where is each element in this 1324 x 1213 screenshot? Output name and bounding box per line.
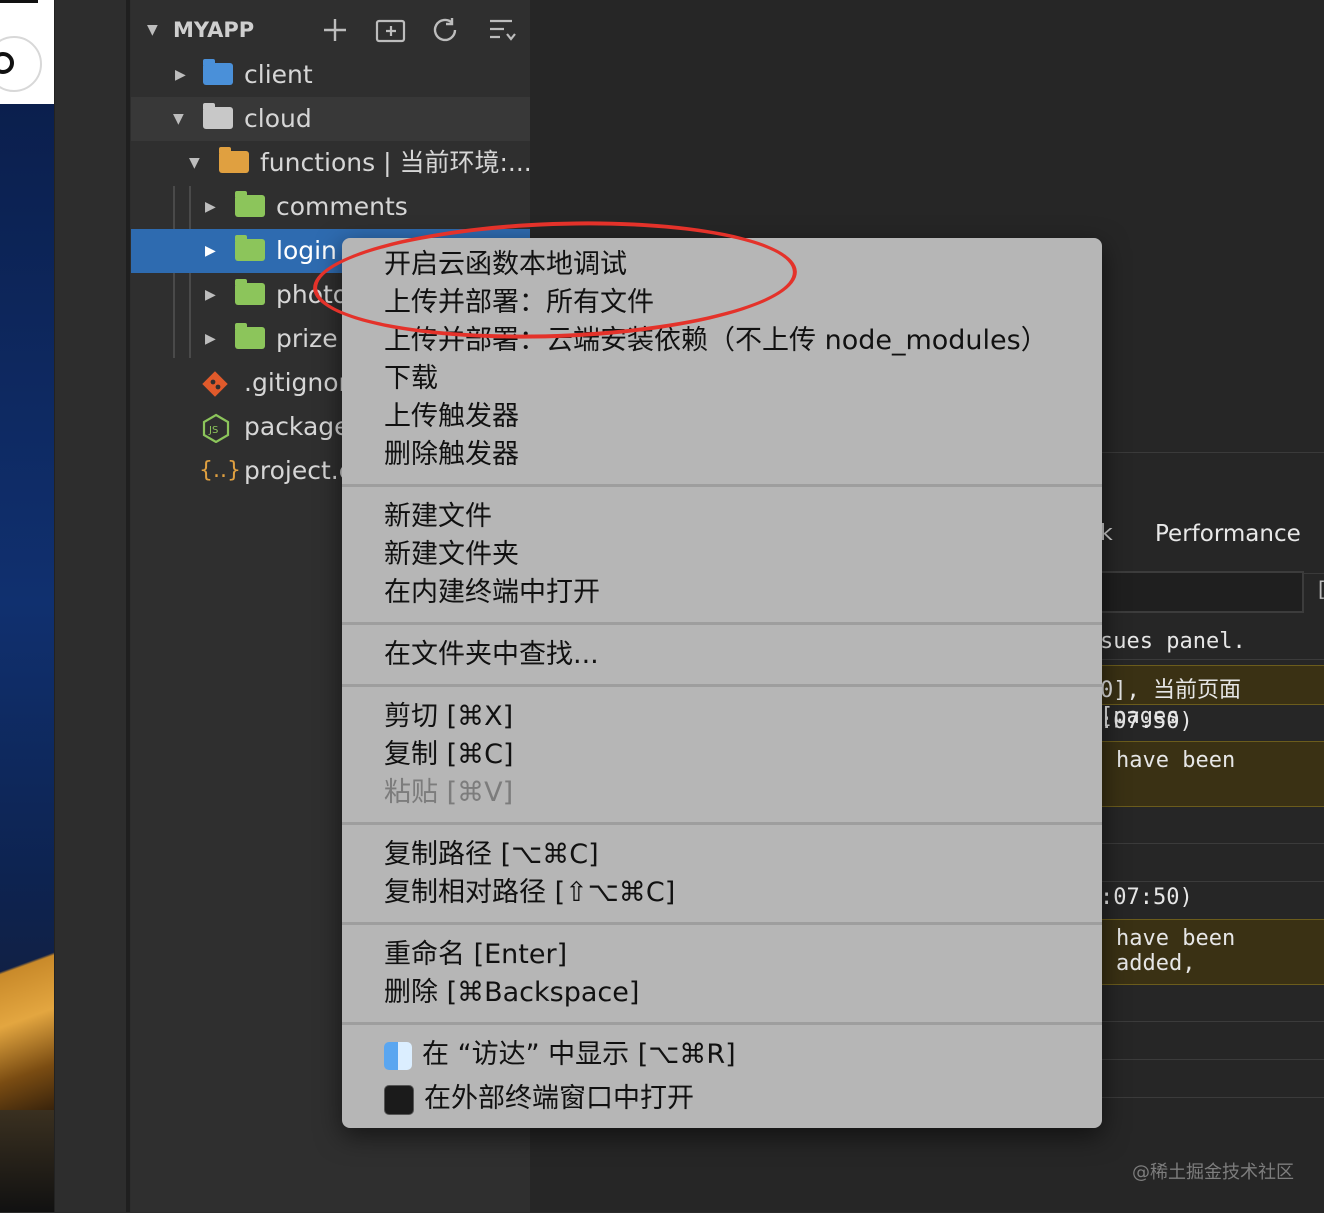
menu-item-reveal-in-finder[interactable]: 在 “访达” 中显示 [⌥⌘R] <box>384 1036 736 1074</box>
console-line: sues panel. <box>1100 621 1324 660</box>
eiffel-tower-image <box>0 860 54 1120</box>
preview-top-bar <box>0 0 38 3</box>
menu-separator <box>342 822 1102 825</box>
chevron-right-icon[interactable]: ▶ <box>205 229 216 273</box>
menu-item-deploy-all[interactable]: 上传并部署：所有文件 <box>384 284 654 322</box>
console-line <box>1100 1021 1324 1060</box>
debug-panel: k Performance [ sues panel. 0], 当前页面 [pa… <box>1100 452 1324 1213</box>
menu-item-rename[interactable]: 重命名 [Enter] <box>384 936 567 974</box>
folder-client-icon <box>203 59 233 85</box>
console-line: :07:50) <box>1100 705 1324 742</box>
panel-tab-bar: k Performance <box>1100 453 1324 574</box>
menu-item-upload-trigger[interactable]: 上传触发器 <box>384 398 519 436</box>
tree-item-cloud[interactable]: ▼ cloud <box>131 97 530 141</box>
tree-item-label: cloud <box>244 104 312 133</box>
menu-item-label: 在外部终端窗口中打开 <box>424 1083 694 1114</box>
console-line <box>1100 1059 1324 1098</box>
chevron-down-icon[interactable]: ▼ <box>189 141 200 185</box>
menu-separator <box>342 622 1102 625</box>
chevron-right-icon[interactable]: ▶ <box>205 317 216 361</box>
tree-item-client[interactable]: ▶ client <box>131 53 530 97</box>
chevron-down-icon[interactable]: ▼ <box>147 8 158 52</box>
folder-function-icon <box>235 235 265 261</box>
tree-item-label: client <box>244 60 313 89</box>
console-warning-line: 0], 当前页面 [pages <box>1100 665 1324 729</box>
preview-ground <box>0 1110 54 1212</box>
tree-item-functions[interactable]: ▼ functions | 当前环境:... <box>131 141 532 185</box>
console-line: :07:50) <box>1100 881 1324 920</box>
console-line <box>1100 843 1324 882</box>
folder-open-icon <box>203 103 233 129</box>
console-line <box>1100 983 1324 1022</box>
menu-item-open-in-terminal[interactable]: 在内建终端中打开 <box>384 574 600 612</box>
git-icon <box>202 371 228 397</box>
menu-separator <box>342 922 1102 925</box>
folder-cloud-functions-icon <box>219 147 249 173</box>
tree-item-label: prize <box>276 324 338 353</box>
panel-divider[interactable] <box>126 0 130 1212</box>
explorer-header: ▼ MYAPP <box>131 8 530 52</box>
menu-item-delete[interactable]: 删除 [⌘Backspace] <box>384 974 639 1012</box>
console-warning-line: have been added, <box>1100 919 1324 985</box>
console-filter-input[interactable] <box>1100 571 1304 613</box>
menu-item-copy-path[interactable]: 复制路径 [⌥⌘C] <box>384 836 599 874</box>
capsule-button[interactable] <box>0 36 42 92</box>
menu-item-new-file[interactable]: 新建文件 <box>384 498 492 536</box>
chevron-right-icon[interactable]: ▶ <box>205 273 216 317</box>
nodejs-icon: JS <box>202 413 230 443</box>
activity-gutter <box>54 0 131 1212</box>
folder-function-icon <box>235 323 265 349</box>
record-icon <box>0 52 14 74</box>
folder-function-icon <box>235 279 265 305</box>
tree-item-label: photo <box>276 280 349 309</box>
filter-bracket-icon: [ <box>1318 577 1324 601</box>
context-menu: 开启云函数本地调试 上传并部署：所有文件 上传并部署：云端安装依赖（不上传 no… <box>342 238 1102 1128</box>
tab-performance[interactable]: Performance <box>1155 521 1301 547</box>
menu-item-label: 在 “访达” 中显示 [⌥⌘R] <box>422 1039 736 1070</box>
menu-item-copy[interactable]: 复制 [⌘C] <box>384 736 514 774</box>
menu-item-new-folder[interactable]: 新建文件夹 <box>384 536 519 574</box>
refresh-icon[interactable] <box>431 16 461 44</box>
menu-item-copy-relative-path[interactable]: 复制相对路径 [⇧⌥⌘C] <box>384 874 675 912</box>
collapse-icon[interactable] <box>487 16 517 44</box>
menu-item-deploy-cloud-deps[interactable]: 上传并部署：云端安装依赖（不上传 node_modules） <box>384 322 1048 360</box>
tree-item-label: login <box>276 236 337 265</box>
new-folder-icon[interactable] <box>375 16 407 44</box>
console-line <box>1100 805 1324 844</box>
console-warning-line: have been <box>1100 741 1324 807</box>
menu-item-delete-trigger[interactable]: 删除触发器 <box>384 436 519 474</box>
menu-separator <box>342 684 1102 687</box>
json-braces-icon: {..} <box>199 458 241 483</box>
menu-separator <box>342 1022 1102 1025</box>
menu-item-download[interactable]: 下载 <box>384 360 438 398</box>
tree-item-label: comments <box>276 192 408 221</box>
terminal-icon <box>384 1084 414 1115</box>
menu-separator <box>342 484 1102 487</box>
explorer-title: MYAPP <box>173 18 255 42</box>
preview-header <box>0 0 54 104</box>
new-file-icon[interactable] <box>321 16 349 44</box>
menu-item-open-external-terminal[interactable]: 在外部终端窗口中打开 <box>384 1080 694 1118</box>
tree-item-comments[interactable]: ▶ comments <box>131 185 530 229</box>
folder-function-icon <box>235 191 265 217</box>
chevron-right-icon[interactable]: ▶ <box>205 185 216 229</box>
watermark: @稀土掘金技术社区 <box>1132 1162 1294 1183</box>
chevron-down-icon[interactable]: ▼ <box>173 97 184 141</box>
tree-item-label: functions | 当前环境:... <box>260 148 532 177</box>
menu-item-paste: 粘贴 [⌘V] <box>384 777 514 808</box>
svg-text:JS: JS <box>208 425 218 436</box>
menu-item-cut[interactable]: 剪切 [⌘X] <box>384 698 513 736</box>
chevron-right-icon[interactable]: ▶ <box>175 53 186 97</box>
simulator-preview <box>0 0 54 1212</box>
finder-icon <box>384 1041 412 1070</box>
menu-item-find-in-folder[interactable]: 在文件夹中查找... <box>384 636 599 674</box>
menu-item-local-debug[interactable]: 开启云函数本地调试 <box>384 246 627 284</box>
